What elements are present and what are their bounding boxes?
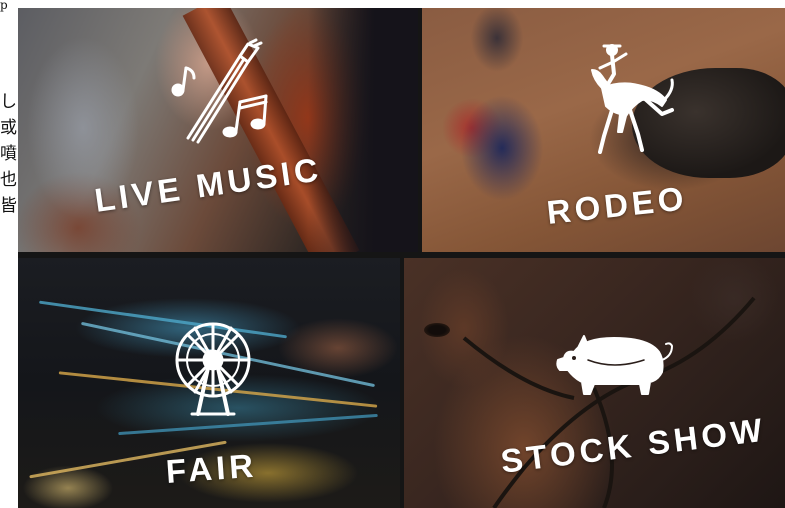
tile-fair[interactable]: FAIR [18, 258, 400, 508]
ferris-wheel-icon [168, 318, 258, 418]
margin-glyph: 也 [0, 170, 17, 190]
tile-live-music[interactable]: LIVE MUSIC [18, 8, 418, 252]
margin-glyph: し [0, 92, 17, 112]
margin-glyph: 噴 [0, 144, 17, 164]
guitar-with-notes-icon [168, 38, 283, 148]
category-grid: LIVE MUSIC RODEO FAIR STOCK SHOW [18, 8, 785, 508]
margin-side-glyphs: し 或 噴 也 皆 [0, 92, 18, 216]
bucking-horse-rider-icon [582, 40, 677, 160]
fair-label: FAIR [164, 446, 259, 490]
tile-rodeo[interactable]: RODEO [422, 8, 785, 252]
page: p し 或 噴 也 皆 LIVE MUSIC RODEO FAIR STOCK … [0, 0, 785, 508]
margin-glyph: 或 [0, 118, 17, 138]
margin-glyph: 皆 [0, 196, 17, 216]
margin-top-glyph: p [0, 0, 8, 12]
photo-shadow [308, 8, 418, 252]
left-margin: p し 或 噴 也 皆 [0, 0, 18, 508]
tile-stock-show[interactable]: STOCK SHOW [404, 258, 785, 508]
pig-icon [554, 330, 679, 400]
